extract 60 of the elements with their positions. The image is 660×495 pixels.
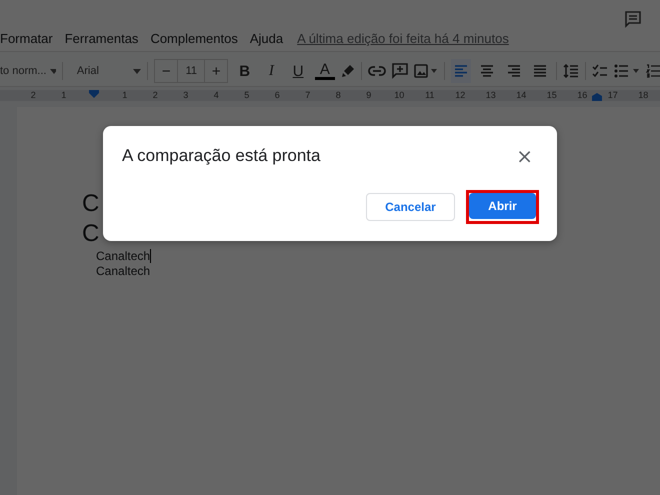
ruler-number: 1 bbox=[122, 90, 128, 100]
ruler-number: 5 bbox=[244, 90, 250, 100]
ruler-number: 14 bbox=[516, 90, 526, 100]
text-color-button[interactable]: A bbox=[314, 62, 336, 80]
document-text: Canaltech bbox=[96, 249, 152, 263]
ruler-number: 9 bbox=[366, 90, 372, 100]
indent-marker-icon[interactable] bbox=[89, 90, 99, 98]
align-left-button[interactable] bbox=[451, 59, 472, 83]
ruler-number: 10 bbox=[394, 90, 404, 100]
bold-button[interactable]: B bbox=[234, 62, 256, 80]
ruler-number: 2 bbox=[152, 90, 158, 100]
image-icon[interactable] bbox=[414, 64, 438, 78]
caret-icon[interactable] bbox=[50, 68, 56, 74]
ruler-number: 16 bbox=[577, 90, 588, 100]
cancel-button[interactable]: Cancelar bbox=[366, 193, 455, 221]
menu-item[interactable]: Ferramentas bbox=[64, 30, 138, 46]
font-dropdown[interactable]: Arial bbox=[68, 65, 142, 77]
dialog-title: A comparação está pronta bbox=[122, 146, 320, 166]
style-dropdown[interactable]: to norm... bbox=[0, 65, 56, 77]
ruler-number: 7 bbox=[305, 90, 310, 100]
ruler-number: 8 bbox=[336, 90, 341, 100]
ruler-number: 2 bbox=[30, 90, 36, 100]
align-left-icon[interactable] bbox=[453, 64, 470, 78]
link-icon[interactable] bbox=[368, 66, 386, 76]
menu-item[interactable]: Complementos bbox=[150, 30, 238, 46]
ruler-number: 13 bbox=[486, 90, 496, 100]
ruler-number: 4 bbox=[214, 90, 219, 100]
checklist-icon[interactable] bbox=[592, 64, 608, 78]
ruler-number: 18 bbox=[638, 90, 648, 100]
numbered-list-icon[interactable] bbox=[646, 64, 660, 78]
ruler-number: 1 bbox=[61, 90, 66, 100]
menu-item[interactable]: Formatar bbox=[0, 30, 53, 46]
close-button[interactable]: × bbox=[510, 146, 539, 166]
last-edit-link[interactable]: A última edição foi feita há 4 minutos bbox=[297, 30, 509, 46]
align-justify-icon[interactable] bbox=[532, 64, 548, 78]
ruler-number: 11 bbox=[425, 90, 434, 100]
bulleted-list-icon[interactable] bbox=[614, 64, 640, 78]
indent-marker-icon[interactable] bbox=[592, 93, 602, 101]
align-center-icon[interactable] bbox=[479, 64, 496, 78]
ruler-number: 17 bbox=[608, 90, 618, 100]
font-size-field[interactable]: 11 bbox=[177, 60, 206, 82]
underline-button[interactable]: U bbox=[288, 62, 309, 80]
document-text: Canaltech bbox=[96, 264, 150, 278]
document-text: C bbox=[82, 190, 100, 217]
italic-button[interactable]: I bbox=[261, 62, 282, 80]
highlighter-icon[interactable] bbox=[341, 64, 356, 78]
ruler-number: 12 bbox=[455, 90, 466, 100]
increase-size-button[interactable]: + bbox=[205, 60, 228, 82]
decrease-size-button[interactable]: − bbox=[155, 60, 178, 82]
document-text: C bbox=[82, 220, 100, 247]
ruler-number: 6 bbox=[274, 90, 280, 100]
caret-icon[interactable] bbox=[133, 68, 142, 74]
open-button[interactable]: Abrir bbox=[469, 193, 536, 219]
ruler-number: 3 bbox=[183, 90, 188, 100]
ruler-number: 15 bbox=[546, 90, 557, 100]
align-right-icon[interactable] bbox=[506, 64, 522, 78]
line-spacing-icon[interactable] bbox=[563, 64, 580, 78]
comment-icon[interactable] bbox=[624, 10, 642, 28]
menu-item[interactable]: Ajuda bbox=[250, 30, 284, 46]
add-comment-icon[interactable] bbox=[392, 63, 408, 79]
